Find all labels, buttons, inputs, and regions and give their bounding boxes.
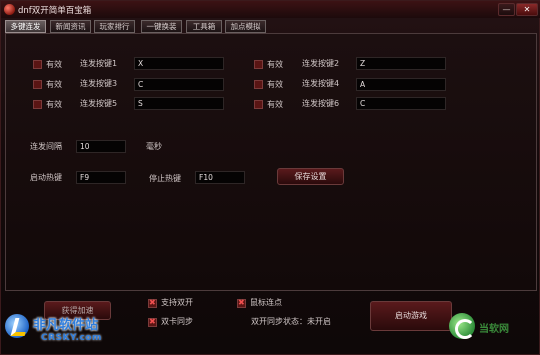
tab-toolbox[interactable]: 工具箱 — [186, 20, 222, 33]
interval-unit-label: 毫秒 — [146, 142, 162, 151]
start-hotkey-label: 启动热键 — [30, 173, 62, 182]
key4-enabled-checkbox[interactable] — [254, 80, 263, 89]
right-watermark-logo-icon — [449, 313, 475, 339]
key4-label: 连发按键4 — [302, 79, 340, 88]
key3-enabled-label: 有效 — [46, 80, 62, 89]
key5-enabled-checkbox[interactable] — [33, 100, 42, 109]
app-window: dnf双开简单百宝箱 — ✕ 多键连发 新闻资讯 玩家排行 一键换装 工具箱 加… — [0, 0, 540, 355]
sync-status-caption: 双开同步状态： — [251, 317, 307, 326]
key5-label: 连发按键5 — [80, 99, 118, 108]
window-title: dnf双开简单百宝箱 — [18, 6, 92, 16]
stop-hotkey-label: 停止热键 — [149, 174, 181, 183]
watermark-crsky: 非凡软件站 CRSKY.com — [1, 311, 123, 355]
support-dual-open-checkbox[interactable] — [148, 298, 157, 308]
key2-enabled-label: 有效 — [267, 60, 283, 69]
crsky-logo-icon — [5, 314, 29, 338]
key3-enabled-checkbox[interactable] — [33, 80, 42, 89]
key5-input[interactable]: S — [134, 97, 224, 110]
interval-input[interactable]: 10 — [76, 140, 126, 153]
start-hotkey-input[interactable]: F9 — [76, 171, 126, 184]
key6-enabled-checkbox[interactable] — [254, 100, 263, 109]
close-button[interactable]: ✕ — [516, 3, 538, 16]
watermark-cn-text: 非凡软件站 — [33, 318, 99, 333]
dual-card-sync-checkbox[interactable] — [148, 317, 157, 327]
save-settings-button[interactable]: 保存设置 — [277, 168, 344, 185]
dual-card-sync-label: 双卡同步 — [161, 317, 193, 326]
sync-status-value: 未开启 — [307, 317, 331, 326]
key5-enabled-label: 有效 — [46, 100, 62, 109]
watermark-right: 当软网 — [449, 313, 539, 343]
tab-skill-sim[interactable]: 加点模拟 — [225, 20, 266, 33]
tab-multi-key[interactable]: 多键连发 — [5, 20, 46, 33]
settings-panel: 有效 连发按键1 X 有效 连发按键2 Z 有效 连发按键3 C 有效 连发按键… — [5, 33, 537, 291]
tab-ranking[interactable]: 玩家排行 — [94, 20, 135, 33]
key6-input[interactable]: C — [356, 97, 446, 110]
sync-status-label: 双开同步状态：未开启 — [251, 317, 331, 327]
key2-label: 连发按键2 — [302, 59, 340, 68]
key4-enabled-label: 有效 — [267, 80, 283, 89]
app-logo-icon — [4, 4, 15, 15]
mouse-click-label: 鼠标连点 — [250, 298, 282, 307]
tab-news[interactable]: 新闻资讯 — [50, 20, 91, 33]
title-bar[interactable]: dnf双开简单百宝箱 — ✕ — [1, 1, 540, 18]
interval-label: 连发间隔 — [30, 142, 62, 151]
support-dual-open-label: 支持双开 — [161, 298, 193, 307]
key4-input[interactable]: A — [356, 78, 446, 91]
key6-enabled-label: 有效 — [267, 100, 283, 109]
right-watermark-text: 当软网 — [479, 324, 509, 335]
watermark-en-text: CRSKY.com — [41, 333, 102, 343]
start-game-button[interactable]: 启动游戏 — [370, 301, 452, 331]
key3-label: 连发按键3 — [80, 79, 118, 88]
tab-outfit[interactable]: 一键换装 — [141, 20, 182, 33]
key1-enabled-checkbox[interactable] — [33, 60, 42, 69]
minimize-button[interactable]: — — [498, 3, 515, 16]
key2-enabled-checkbox[interactable] — [254, 60, 263, 69]
key1-label: 连发按键1 — [80, 59, 118, 68]
mouse-click-checkbox[interactable] — [237, 298, 246, 308]
key3-input[interactable]: C — [134, 78, 224, 91]
key2-input[interactable]: Z — [356, 57, 446, 70]
key1-enabled-label: 有效 — [46, 60, 62, 69]
stop-hotkey-input[interactable]: F10 — [195, 171, 245, 184]
key1-input[interactable]: X — [134, 57, 224, 70]
key6-label: 连发按键6 — [302, 99, 340, 108]
